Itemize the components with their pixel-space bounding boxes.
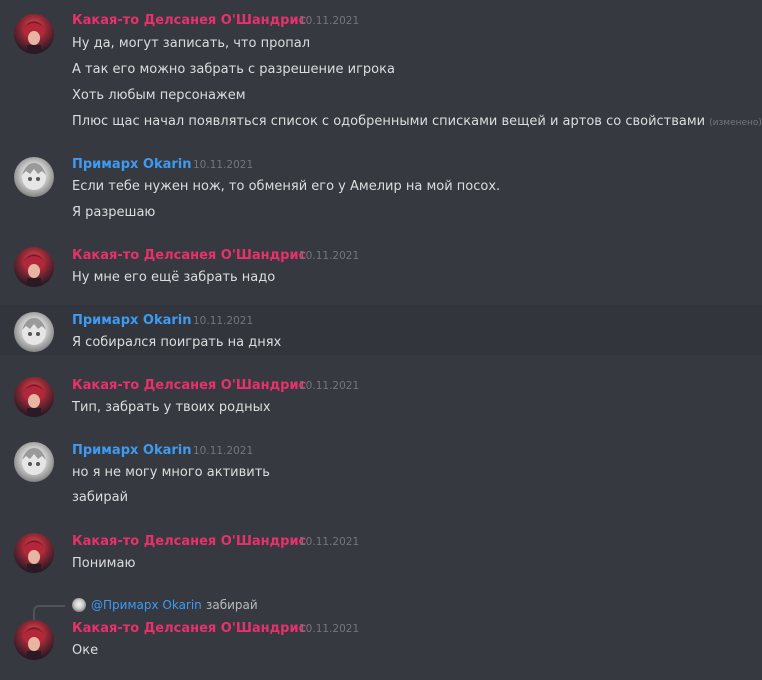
reply-preview-text[interactable]: забирай	[206, 597, 258, 613]
author-name[interactable]: Примарх Okarin	[72, 156, 192, 174]
message-line: Понимаю	[72, 556, 136, 571]
user-avatar[interactable]	[14, 157, 54, 197]
author-name[interactable]: Какая-то Делсанея О'Шандрис	[72, 620, 306, 638]
message-line: Оке	[72, 643, 99, 658]
reply-connector	[33, 605, 65, 620]
message-line: но я не могу много активить	[72, 465, 270, 480]
user-avatar[interactable]	[14, 14, 54, 54]
message-line: Я собирался поиграть на днях	[72, 335, 282, 350]
user-avatar[interactable]	[14, 247, 54, 287]
message-timestamp: 10.11.2021	[193, 445, 254, 457]
author-name[interactable]: Какая-то Делсанея О'Шандрис	[72, 12, 306, 30]
user-avatar[interactable]	[14, 377, 54, 417]
author-name[interactable]: Какая-то Делсанея О'Шандрис	[72, 377, 306, 395]
reply-avatar[interactable]	[72, 598, 86, 612]
message-line: Если тебе нужен нож, то обменяй его у Ам…	[72, 179, 501, 194]
reply-mention[interactable]: @Примарх Okarin	[91, 597, 202, 613]
message-line-text: Плюс щас начал появляться список с одобр…	[72, 114, 706, 129]
author-name[interactable]: Примарх Okarin	[72, 442, 192, 460]
user-avatar[interactable]	[14, 442, 54, 482]
message-timestamp: 10.11.2021	[193, 315, 254, 327]
message-line: Ну мне его ещё забрать надо	[72, 270, 276, 285]
message-timestamp: 10.11.2021	[299, 380, 360, 392]
message-line: Хоть любым персонажем	[72, 88, 246, 103]
message-line: А так его можно забрать с разрешение игр…	[72, 62, 395, 77]
message-line: Плюс щас начал появляться список с одобр…	[72, 112, 762, 133]
message-timestamp: 10.11.2021	[299, 250, 360, 262]
edited-label: (изменено)	[709, 118, 762, 128]
message-timestamp: 10.11.2021	[299, 15, 360, 27]
message-line: забирай	[72, 490, 129, 505]
message-line: Ну да, могут записать, что пропал	[72, 36, 311, 51]
message-timestamp: 10.11.2021	[299, 623, 360, 635]
message-line: Я разрешаю	[72, 205, 156, 220]
user-avatar[interactable]	[14, 533, 54, 573]
message-line: Тип, забрать у твоих родных	[72, 400, 271, 415]
user-avatar[interactable]	[14, 312, 54, 352]
user-avatar[interactable]	[14, 620, 54, 660]
message-timestamp: 10.11.2021	[299, 536, 360, 548]
author-name[interactable]: Примарх Okarin	[72, 312, 192, 330]
author-name[interactable]: Какая-то Делсанея О'Шандрис	[72, 533, 306, 551]
message-timestamp: 10.11.2021	[193, 159, 254, 171]
author-name[interactable]: Какая-то Делсанея О'Шандрис	[72, 247, 306, 265]
